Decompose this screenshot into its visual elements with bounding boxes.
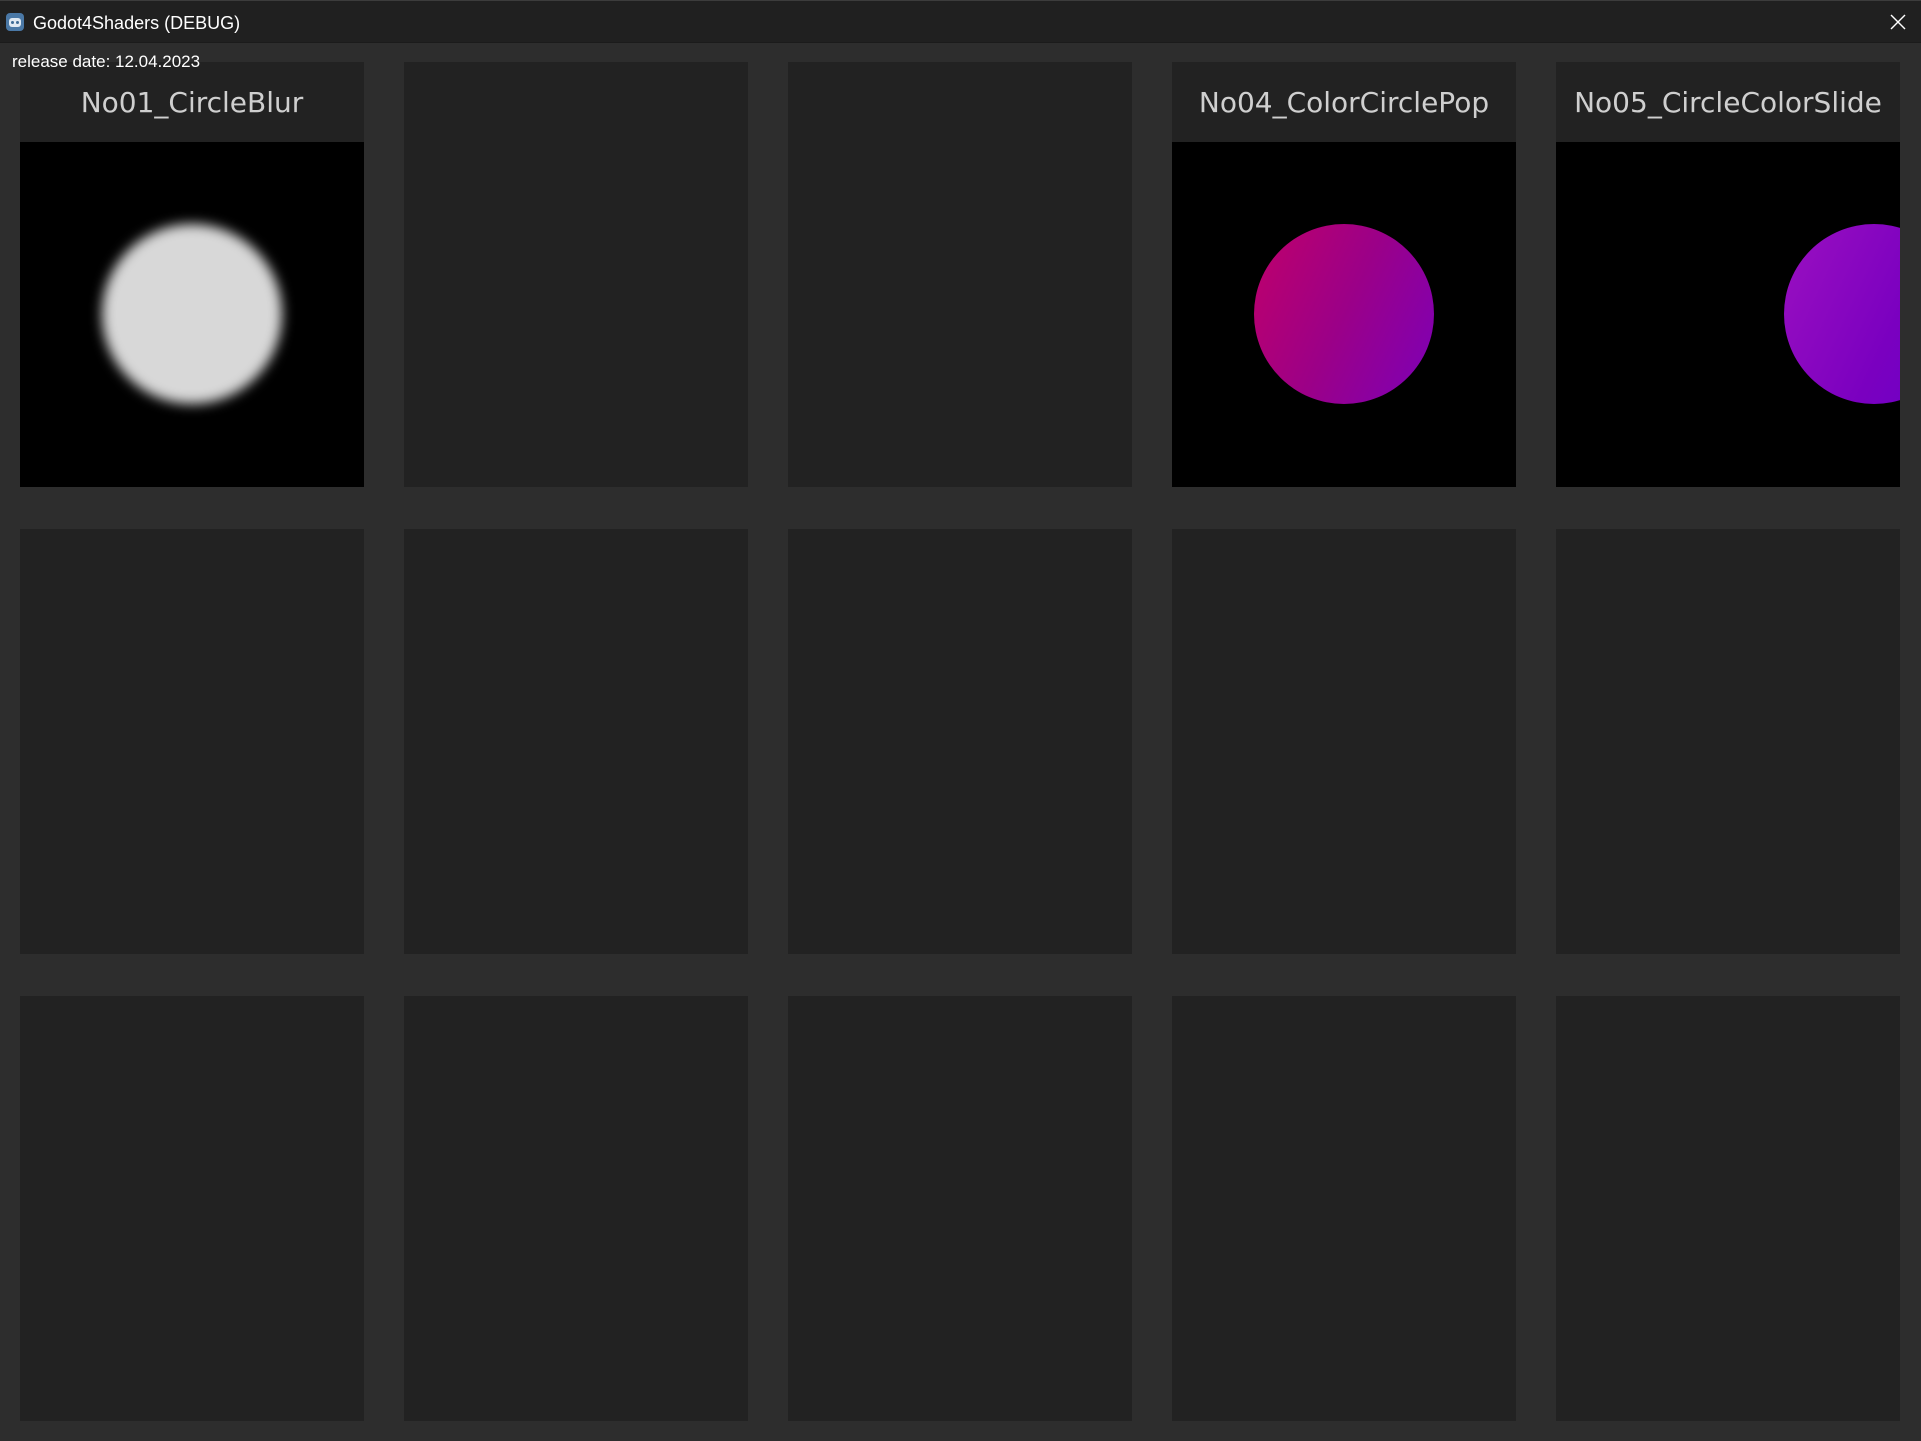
shader-card-no05[interactable]: No05_CircleColorSlide [1556,62,1900,487]
shader-preview [1172,142,1516,487]
shader-card-empty[interactable] [788,62,1132,487]
shader-card-title: No04_ColorCirclePop [1172,62,1516,142]
gradient-circle-shape [1254,224,1434,404]
shader-card-empty[interactable] [404,529,748,954]
shader-card-empty[interactable] [1556,529,1900,954]
shader-card-empty[interactable] [404,996,748,1421]
shader-card-no01[interactable]: No01_CircleBlur [20,62,364,487]
blurred-circle-shape [102,224,282,404]
close-icon [1890,14,1906,30]
title-bar[interactable]: Godot4Shaders (DEBUG) [0,1,1921,43]
close-button[interactable] [1875,1,1921,43]
shader-card-empty[interactable] [788,996,1132,1421]
window-title: Godot4Shaders (DEBUG) [33,13,241,33]
shader-card-empty[interactable] [20,529,364,954]
sliding-circle-shape [1784,224,1900,404]
shader-card-empty[interactable] [404,62,748,487]
shader-card-empty[interactable] [788,529,1132,954]
shader-card-title: No01_CircleBlur [20,62,364,142]
shader-preview [20,142,364,487]
shader-preview [1556,142,1900,487]
shader-card-empty[interactable] [1172,996,1516,1421]
godot-app-icon [6,13,24,31]
shader-card-empty[interactable] [1556,996,1900,1421]
release-date-label: release date: 12.04.2023 [12,52,201,71]
shader-grid: No01_CircleBlur No04_ColorCirclePop No05… [20,62,1901,1421]
shader-card-title: No05_CircleColorSlide [1556,62,1900,142]
shader-card-empty[interactable] [1172,529,1516,954]
app-window: Godot4Shaders (DEBUG) release date: 12.0… [0,0,1921,1441]
shader-card-empty[interactable] [20,996,364,1421]
shader-card-no04[interactable]: No04_ColorCirclePop [1172,62,1516,487]
